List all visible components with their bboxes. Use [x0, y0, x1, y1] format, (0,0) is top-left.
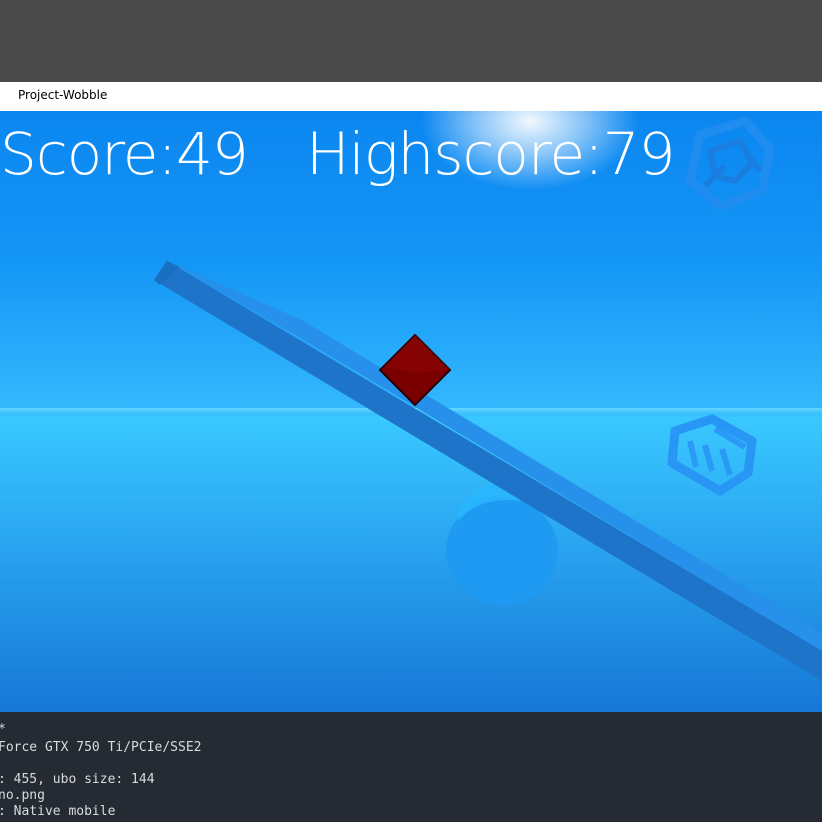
- console-line: *: [0, 722, 6, 737]
- floating-dice-top: [685, 116, 775, 211]
- window-title: Project-Wobble: [18, 88, 108, 102]
- console-line: : Native mobile: [0, 804, 116, 819]
- score-label: Score:49: [0, 120, 249, 188]
- game-viewport[interactable]: Score:49 Highscore:79: [0, 111, 822, 712]
- console-line: : 455, ubo size: 144: [0, 772, 155, 787]
- seesaw-plank: [154, 261, 822, 681]
- desktop-background: [0, 0, 822, 82]
- floating-dice-right: [667, 414, 757, 496]
- game-scene: [154, 116, 822, 681]
- console-output[interactable]: * Force GTX 750 Ti/PCIe/SSE2 : 455, ubo …: [0, 712, 822, 822]
- window-titlebar[interactable]: Project-Wobble: [0, 82, 822, 111]
- console-line: no.png: [0, 788, 45, 803]
- console-line: Force GTX 750 Ti/PCIe/SSE2: [0, 740, 202, 755]
- highscore-label: Highscore:79: [306, 120, 675, 188]
